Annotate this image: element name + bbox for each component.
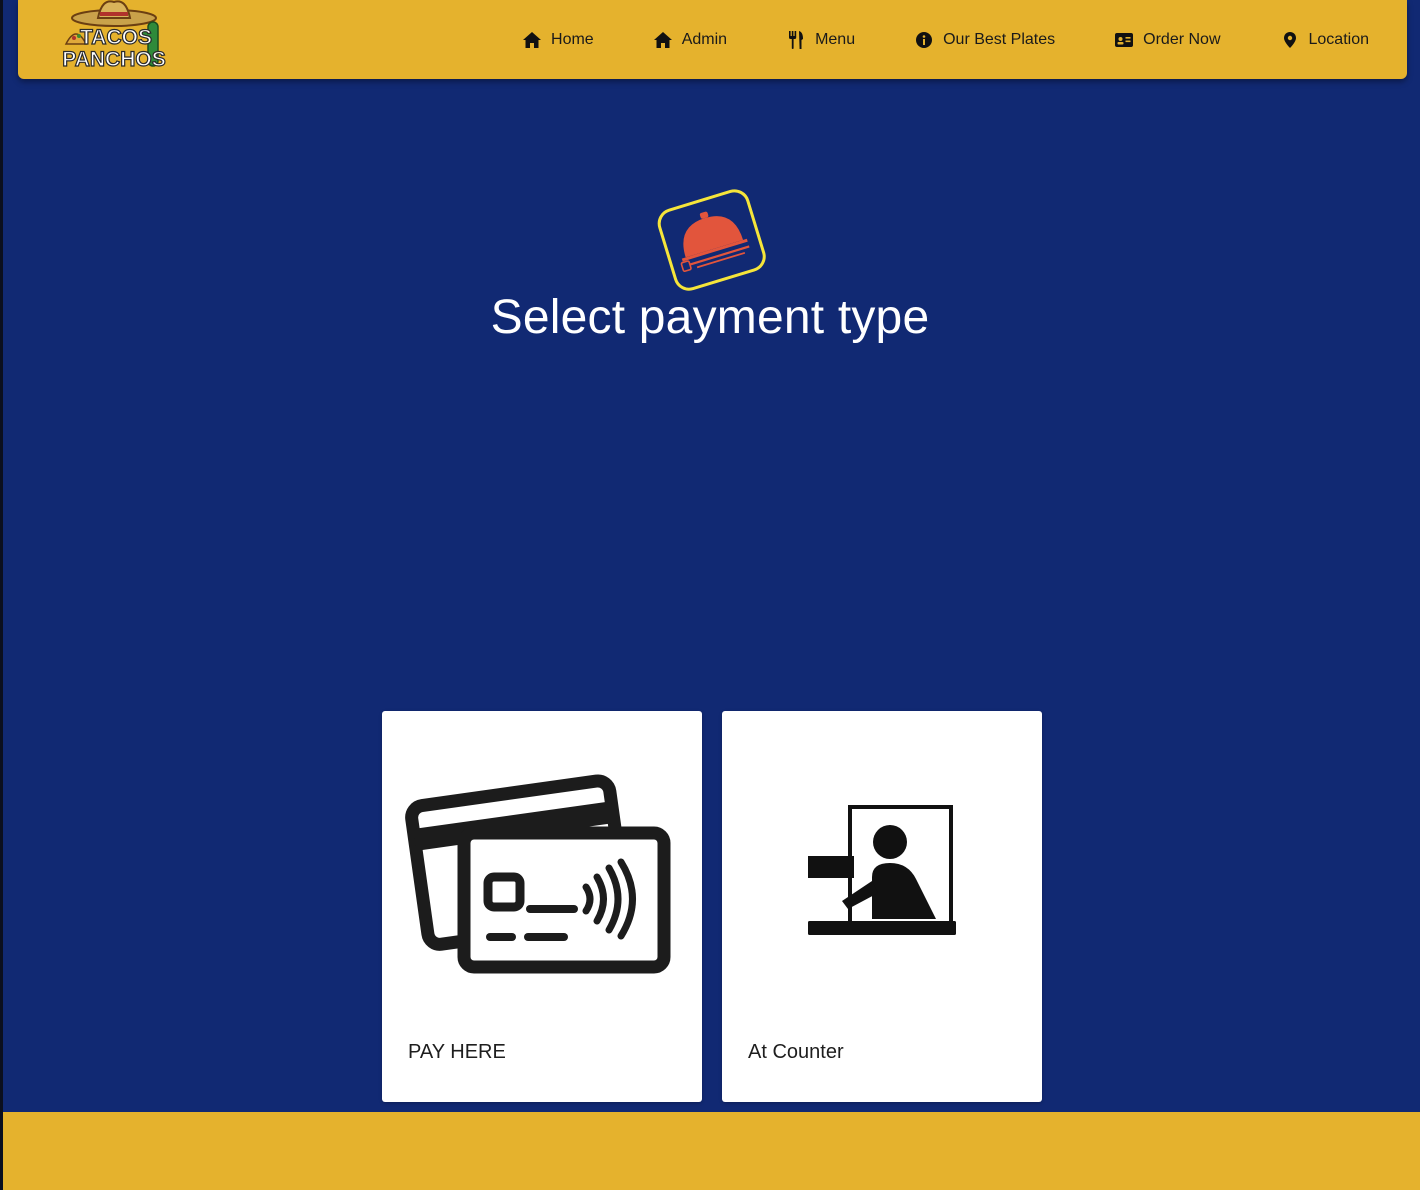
nav-admin[interactable]: Admin: [653, 20, 728, 60]
logo-text-bottom: PANCHOS: [62, 48, 165, 71]
nav-our-best-plates[interactable]: Our Best Plates: [915, 20, 1055, 60]
serving-cloche-icon: [656, 189, 768, 293]
nav-order-now[interactable]: Order Now: [1115, 20, 1221, 60]
nav-home[interactable]: Home: [523, 20, 594, 60]
page-footer: [3, 1112, 1420, 1190]
tacos-panchos-logo[interactable]: TACOS PANCHOS: [62, 0, 166, 78]
map-pin-icon: [1281, 31, 1299, 49]
at-counter-label: At Counter: [748, 1041, 844, 1063]
nav-menu-label: Menu: [815, 30, 856, 48]
nav-location-label: Location: [1308, 30, 1370, 48]
id-card-icon: [1115, 31, 1134, 49]
at-counter-option[interactable]: At Counter: [722, 711, 1042, 1102]
info-circle-icon: [915, 31, 933, 49]
window-edge: [0, 0, 3, 1190]
nav-our-best-plates-label: Our Best Plates: [943, 30, 1056, 48]
home-icon: [523, 31, 542, 49]
nav-order-now-label: Order Now: [1143, 30, 1221, 48]
top-navbar: TACOS PANCHOS Home Admin Menu Our Best P…: [18, 0, 1407, 79]
nav-home-label: Home: [551, 30, 594, 48]
pay-here-option[interactable]: PAY HERE: [382, 711, 702, 1102]
counter-cashier-icon: [722, 711, 1042, 1011]
page-title: Select payment type: [490, 291, 930, 344]
logo-text-top: TACOS: [80, 26, 152, 49]
utensils-icon: [787, 30, 805, 49]
nav-location[interactable]: Location: [1281, 20, 1370, 60]
home-icon: [653, 31, 672, 49]
contactless-cards-icon: [382, 711, 702, 1011]
pay-here-label: PAY HERE: [408, 1041, 506, 1063]
nav-admin-label: Admin: [681, 30, 728, 48]
main-navigation: Home Admin Menu Our Best Plates Order No…: [523, 0, 1369, 79]
nav-menu[interactable]: Menu: [787, 20, 855, 60]
